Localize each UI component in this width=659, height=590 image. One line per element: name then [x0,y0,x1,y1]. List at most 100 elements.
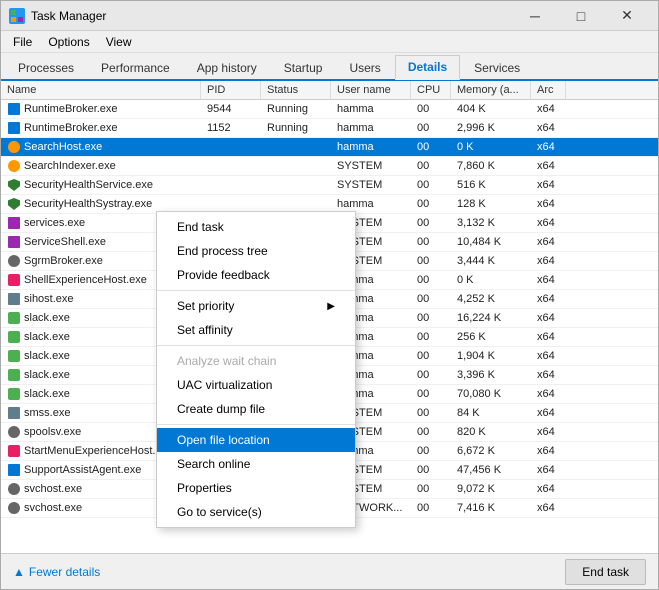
title-controls: ─ □ ✕ [512,1,650,31]
proc-status: Running [261,102,331,116]
proc-memory: 7,416 K [451,501,531,515]
menu-file[interactable]: File [5,33,40,51]
proc-icon [7,197,21,211]
proc-memory: 4,252 K [451,292,531,306]
proc-icon [7,444,21,458]
proc-arc: x64 [531,159,566,173]
proc-icon [7,368,21,382]
proc-arc: x64 [531,273,566,287]
proc-name-text: sihost.exe [24,293,74,305]
context-menu-separator [157,290,355,291]
proc-memory: 2,996 K [451,121,531,135]
context-menu-item[interactable]: Go to service(s) [157,500,355,524]
tab-startup[interactable]: Startup [271,56,336,80]
tab-details[interactable]: Details [395,55,460,80]
proc-cpu: 00 [411,330,451,344]
context-menu-item[interactable]: UAC virtualization [157,373,355,397]
proc-icon [7,254,21,268]
tab-users[interactable]: Users [336,56,393,80]
context-menu-item: Analyze wait chain [157,349,355,373]
context-menu-item[interactable]: Properties [157,476,355,500]
proc-cpu: 00 [411,140,451,154]
tab-processes[interactable]: Processes [5,56,87,80]
menu-bar: File Options View [1,31,658,53]
menu-options[interactable]: Options [40,33,97,51]
ctx-item-label: Provide feedback [177,268,270,282]
proc-cpu: 00 [411,387,451,401]
title-bar: Task Manager ─ □ ✕ [1,1,658,31]
ctx-item-label: Create dump file [177,402,265,416]
proc-name-text: slack.exe [24,312,70,324]
proc-memory: 47,456 K [451,463,531,477]
task-manager-window: Task Manager ─ □ ✕ File Options View Pro… [0,0,659,590]
proc-arc: x64 [531,178,566,192]
proc-pid [201,146,261,148]
proc-memory: 820 K [451,425,531,439]
proc-arc: x64 [531,140,566,154]
proc-name-text: slack.exe [24,331,70,343]
ctx-item-label: Open file location [177,433,270,447]
col-header-status[interactable]: Status [261,81,331,99]
proc-arc: x64 [531,406,566,420]
proc-pid: 9544 [201,102,261,116]
proc-cpu: 00 [411,121,451,135]
context-menu-item[interactable]: End process tree [157,239,355,263]
col-header-user[interactable]: User name [331,81,411,99]
proc-user: SYSTEM [331,159,411,173]
context-menu-item[interactable]: Set affinity [157,318,355,342]
proc-arc: x64 [531,463,566,477]
proc-cpu: 00 [411,292,451,306]
proc-status [261,146,331,148]
col-header-name[interactable]: Name [1,81,201,99]
context-menu-item[interactable]: Create dump file [157,397,355,421]
proc-name-text: slack.exe [24,388,70,400]
proc-pid [201,184,261,186]
ctx-item-label: End task [177,220,224,234]
process-table: Name PID Status User name CPU Memory (a.… [1,81,658,553]
proc-memory: 3,444 K [451,254,531,268]
tab-performance[interactable]: Performance [88,56,183,80]
context-menu-item[interactable]: Set priority▶ [157,294,355,318]
proc-arc: x64 [531,292,566,306]
proc-memory: 1,904 K [451,349,531,363]
table-row[interactable]: SearchHost.exe hamma 00 0 K x64 [1,138,658,157]
col-header-pid[interactable]: PID [201,81,261,99]
proc-arc: x64 [531,330,566,344]
table-row[interactable]: RuntimeBroker.exe 9544 Running hamma 00 … [1,100,658,119]
proc-memory: 84 K [451,406,531,420]
proc-icon [7,292,21,306]
maximize-button[interactable]: □ [558,1,604,31]
window-title: Task Manager [31,9,512,23]
table-row[interactable]: SecurityHealthService.exe SYSTEM 00 516 … [1,176,658,195]
table-row[interactable]: RuntimeBroker.exe 1152 Running hamma 00 … [1,119,658,138]
proc-icon [7,463,21,477]
proc-icon [7,425,21,439]
proc-name-text: spoolsv.exe [24,426,81,438]
proc-cpu: 00 [411,197,451,211]
col-header-cpu[interactable]: CPU [411,81,451,99]
proc-cpu: 00 [411,501,451,515]
table-header: Name PID Status User name CPU Memory (a.… [1,81,658,100]
tab-services[interactable]: Services [461,56,533,80]
table-row[interactable]: SearchIndexer.exe SYSTEM 00 7,860 K x64 [1,157,658,176]
proc-arc: x64 [531,501,566,515]
tab-app-history[interactable]: App history [184,56,270,80]
proc-memory: 0 K [451,140,531,154]
context-menu-item[interactable]: End task [157,215,355,239]
proc-status [261,203,331,205]
close-button[interactable]: ✕ [604,1,650,31]
minimize-button[interactable]: ─ [512,1,558,31]
proc-pid [201,165,261,167]
proc-name-text: services.exe [24,217,85,229]
context-menu-item[interactable]: Open file location [157,428,355,452]
context-menu-item[interactable]: Provide feedback [157,263,355,287]
fewer-details-button[interactable]: ▲ Fewer details [13,565,100,579]
col-header-memory[interactable]: Memory (a... [451,81,531,99]
proc-status [261,165,331,167]
col-header-arc[interactable]: Arc [531,81,566,99]
end-task-button[interactable]: End task [565,559,646,585]
proc-memory: 0 K [451,273,531,287]
proc-memory: 16,224 K [451,311,531,325]
context-menu-item[interactable]: Search online [157,452,355,476]
menu-view[interactable]: View [98,33,140,51]
